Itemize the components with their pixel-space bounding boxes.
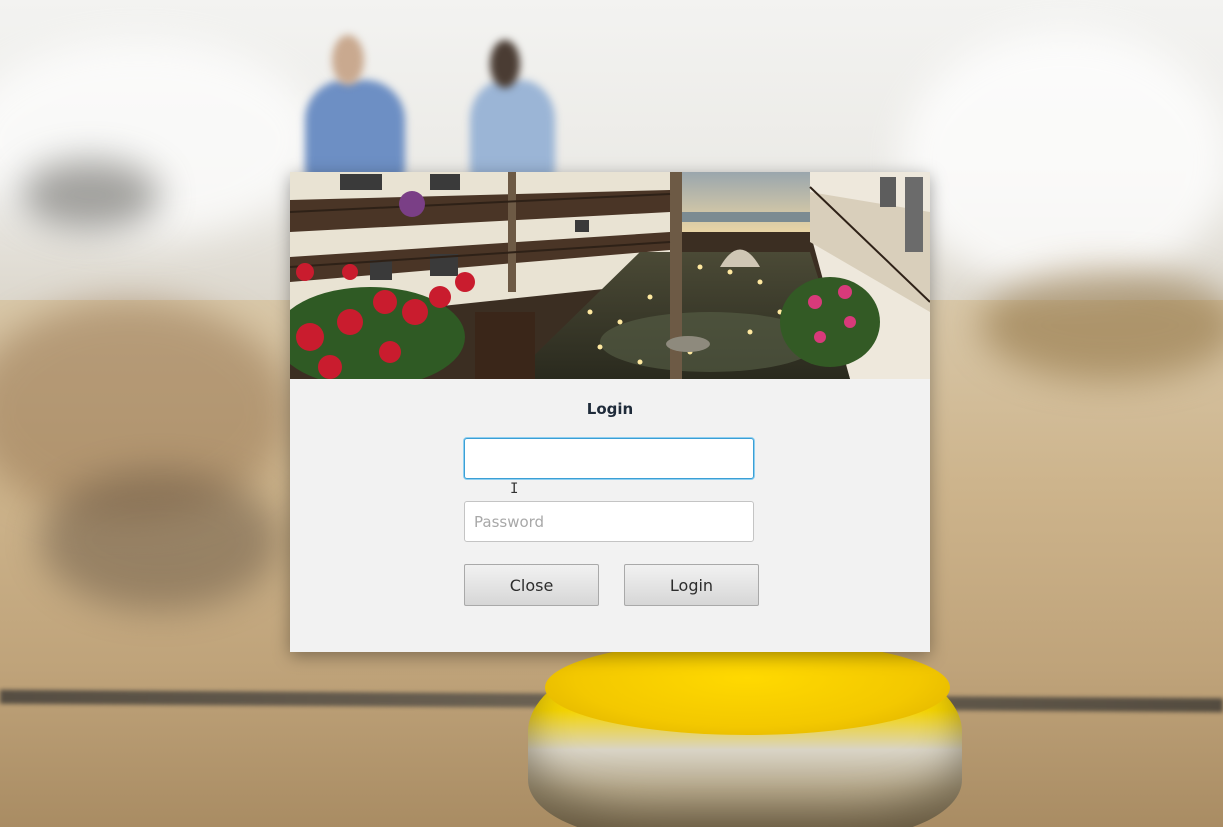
text-cursor-icon: I	[510, 481, 519, 497]
close-button[interactable]: Close	[464, 564, 599, 606]
hotel-courtyard-banner-image	[290, 172, 930, 379]
password-input[interactable]	[464, 501, 754, 542]
login-button[interactable]: Login	[624, 564, 759, 606]
dialog-title: Login	[586, 400, 634, 418]
username-input[interactable]	[464, 438, 754, 479]
login-dialog: Login I Close Login	[290, 172, 930, 652]
